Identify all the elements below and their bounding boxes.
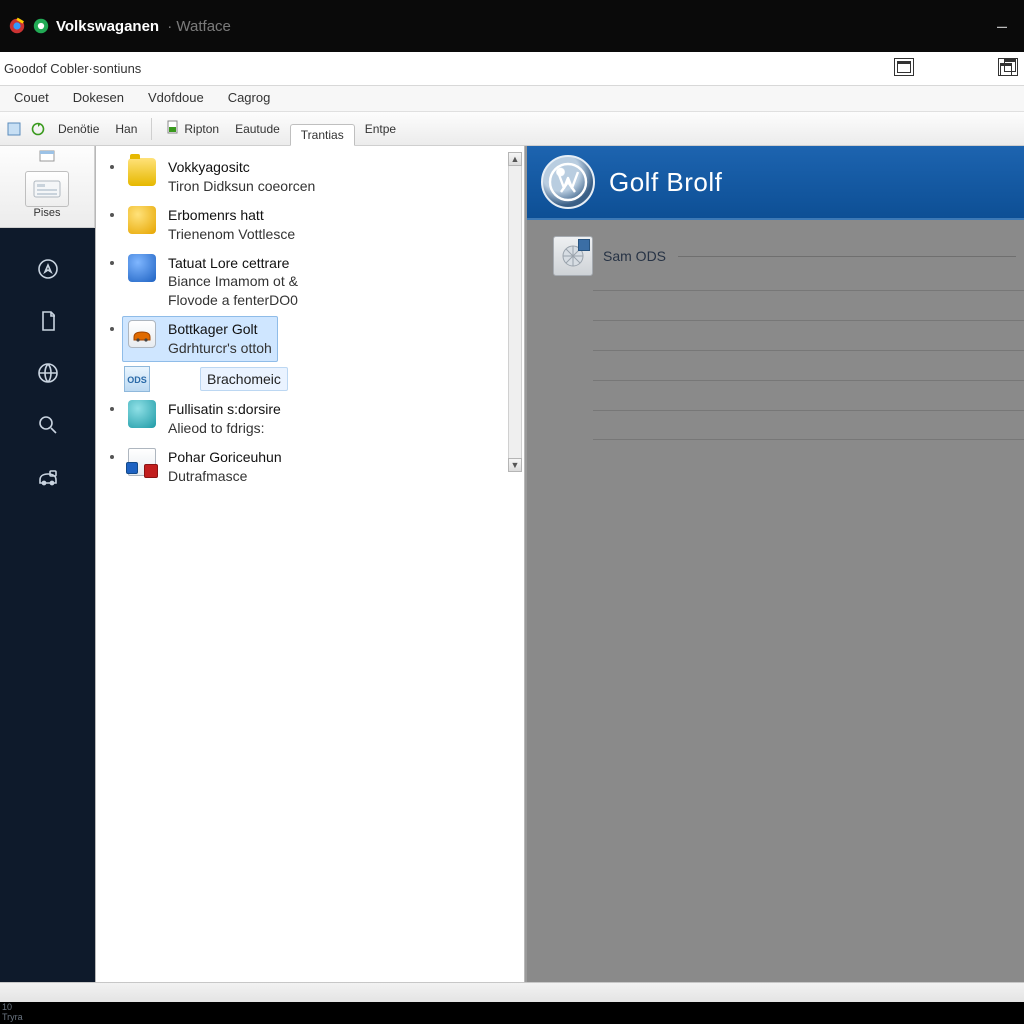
table-row[interactable] [593,380,1024,410]
tab-trantias[interactable]: Trantias [290,124,355,146]
main-area: Pises VokkyagositcTiron Didksun coeorcen… [0,146,1024,986]
tab-entpe[interactable]: Entpe [359,120,402,138]
app-title: Volkswaganen · Watface [56,18,235,35]
toolbar: Denötie Han Ripton Eautude Trantias Entp… [0,112,1024,146]
toolbar-separator [151,118,152,140]
globe-icon[interactable] [35,360,61,386]
maximize-button[interactable] [894,58,914,76]
left-big-button[interactable] [25,171,69,207]
content-header: Golf Brolf [527,146,1024,220]
restore-button[interactable] [998,58,1018,76]
ods-icon: ODS [124,366,150,392]
tool-dentite[interactable]: Denötie [52,120,105,138]
left-big-label: Pises [34,207,61,219]
window-title: Goodof Cobler·sontiuns [4,61,141,76]
content-rows [593,290,1024,440]
folder-icon [128,158,156,186]
warning-icon [128,206,156,234]
content-sub-label: Sam ODS [603,248,666,264]
tool-ripton[interactable]: Ripton [160,118,225,139]
content-title: Golf Brolf [609,167,722,198]
divider [678,256,1016,257]
table-row[interactable] [593,410,1024,440]
side-iconbar [0,228,95,986]
tree-item-selected[interactable]: Bottkager GoltGdrhturcr's ottoh [122,316,278,362]
menu-item[interactable]: Cagrog [216,86,283,111]
minimize-button[interactable]: – [988,16,1016,36]
scroll-track[interactable] [508,166,522,458]
scroll-down-icon[interactable]: ▼ [508,458,522,472]
table-row[interactable] [593,350,1024,380]
content-subheader: Sam ODS [527,220,1024,284]
table-row[interactable] [593,290,1024,320]
search-icon[interactable] [35,412,61,438]
tree-item[interactable]: Fullisatin s:dorsireAlieod to fdrigs: [122,396,287,442]
navigation-tree: VokkyagositcTiron Didksun coeorcen Erbom… [95,146,525,986]
vehicle-thumb-icon[interactable] [553,236,593,276]
tree-item[interactable]: Tatuat Lore cettrareBiance Imamom ot &Fl… [122,250,304,315]
tree-item[interactable]: VokkyagositcTiron Didksun coeorcen [122,154,321,200]
scrollbar[interactable]: ▲ ▼ [508,152,522,472]
vw-logo-icon [541,155,595,209]
tool-han[interactable]: Han [109,120,143,138]
tree-item[interactable]: Erbomenrs hattTrienenom Vottlesce [122,202,301,248]
globe-blue-icon [128,254,156,282]
browser-icon-1 [8,17,26,35]
left-column: Pises [0,146,95,986]
footer-text: 10 Tryra [2,1003,23,1022]
browser-icon-2 [32,17,50,35]
tree-item[interactable]: Pohar GoriceuhunDutrafmasce [122,444,288,490]
tool-icon-refresh[interactable] [28,119,48,139]
tool-eautude[interactable]: Eautude [229,120,286,138]
docs-red-icon [128,448,156,476]
menu-item[interactable]: Dokesen [61,86,136,111]
scroll-up-icon[interactable]: ▲ [508,152,522,166]
menu-item[interactable]: Vdofdoue [136,86,216,111]
window-chrome: Goodof Cobler·sontiuns [0,52,1024,86]
doc-green-icon [166,120,180,137]
document-icon[interactable] [35,308,61,334]
content-panel: Golf Brolf Sam ODS [525,146,1024,986]
car-doc-icon [128,320,156,348]
left-tool-block: Pises [0,146,95,228]
os-titlebar: Volkswaganen · Watface – [0,0,1024,52]
car-lock-icon[interactable] [35,464,61,490]
tree-subitem[interactable]: Brachomeic [200,367,288,391]
status-bar [0,982,1024,1002]
left-mini-icon[interactable] [39,148,55,167]
table-row[interactable] [593,320,1024,350]
menu-item[interactable]: Couet [2,86,61,111]
menubar: Couet Dokesen Vdofdoue Cagrog [0,86,1024,112]
compass-icon[interactable] [35,256,61,282]
tool-icon-home[interactable] [4,119,24,139]
shield-icon [128,400,156,428]
